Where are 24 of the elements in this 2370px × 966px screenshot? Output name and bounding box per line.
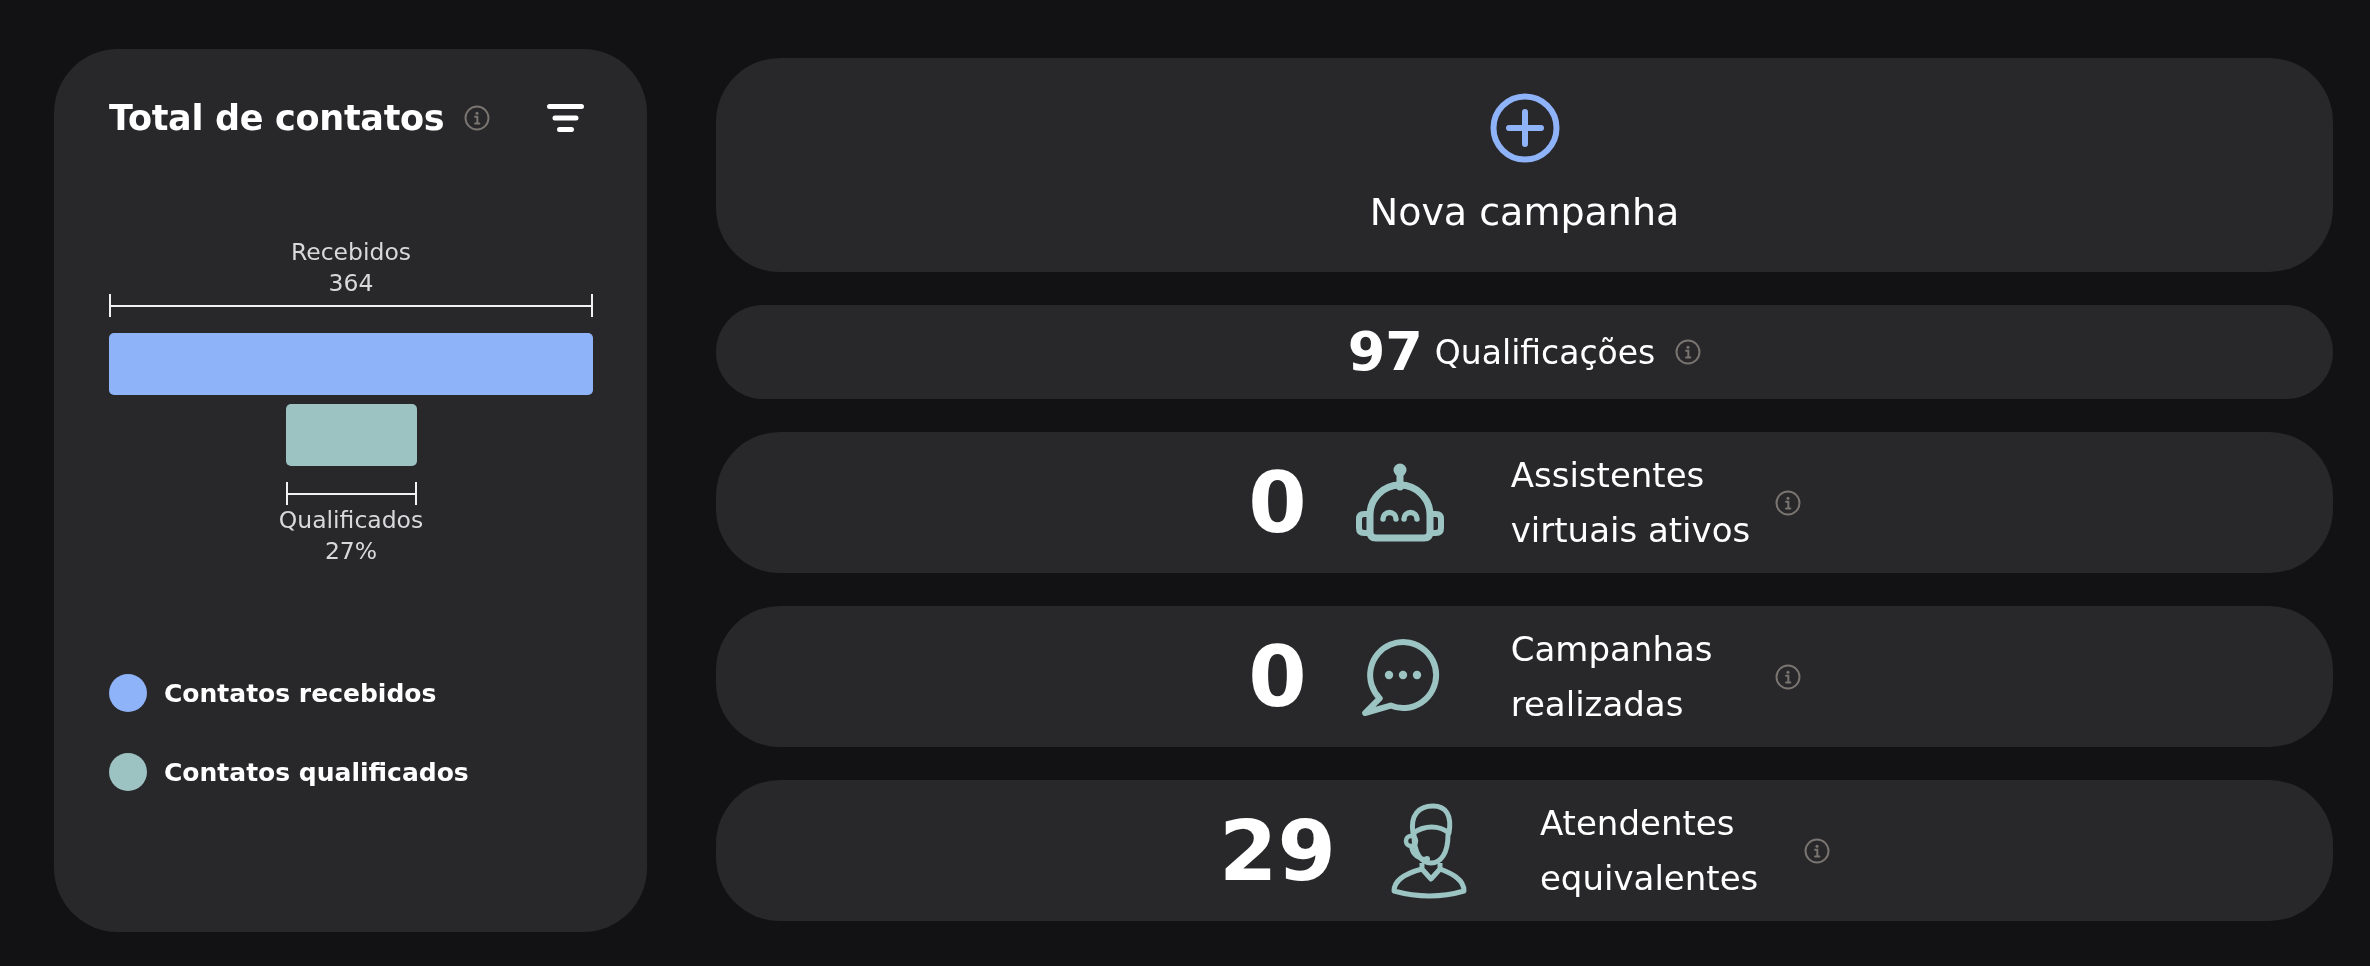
legend-label: Contatos qualificados: [164, 757, 469, 787]
qualifications-count: 97: [1347, 325, 1423, 379]
stage-label: Qualificados: [278, 505, 424, 536]
new-campaign-button[interactable]: Nova campanha: [716, 58, 2333, 272]
info-icon[interactable]: [1675, 339, 1702, 365]
filter-icon[interactable]: [547, 104, 584, 132]
qualifications-label: Qualificações: [1434, 332, 1656, 372]
legend-label: Contatos recebidos: [164, 678, 437, 708]
info-icon[interactable]: [1803, 837, 1830, 864]
stage-label: Recebidos: [290, 237, 412, 268]
stat-value: 29: [1219, 808, 1336, 893]
stat-label: Campanhas realizadas: [1510, 627, 1714, 726]
plus-circle-icon: [1489, 93, 1560, 163]
info-icon[interactable]: [464, 105, 491, 131]
robot-icon: [1354, 462, 1445, 543]
stage-value: 364: [328, 268, 374, 299]
stage-value: 27%: [324, 536, 378, 567]
info-icon[interactable]: [1774, 489, 1801, 516]
stat-label: Assistentes virtuais ativos: [1510, 453, 1752, 552]
info-icon[interactable]: [1774, 663, 1801, 690]
stat-label: Atendentes equivalentes: [1539, 801, 1760, 900]
stat-value: 0: [1248, 460, 1307, 545]
stat-value: 0: [1248, 634, 1307, 719]
card-title: Total de contatos: [109, 98, 445, 138]
